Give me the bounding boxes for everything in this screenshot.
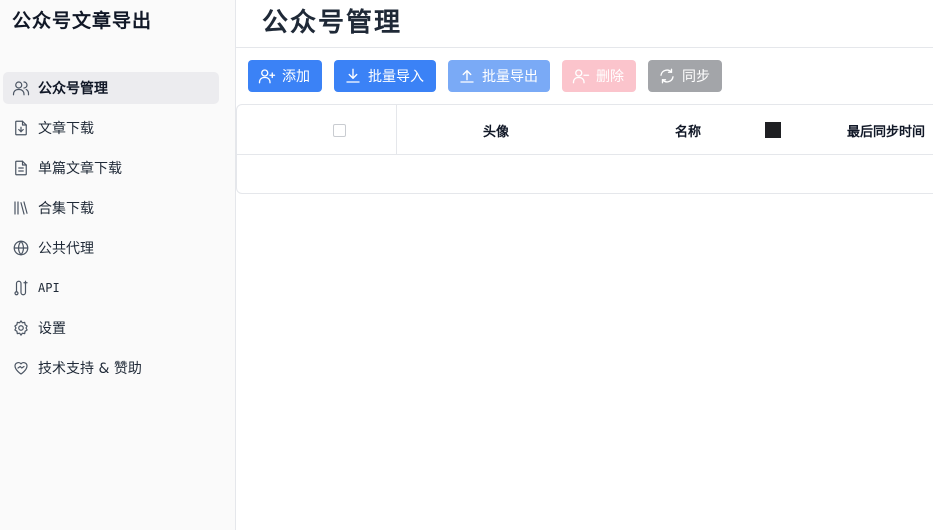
users-icon (11, 78, 31, 98)
add-button-label: 添加 (282, 68, 310, 84)
title-divider (236, 47, 933, 48)
delete-button[interactable]: 删除 (562, 60, 636, 92)
api-route-icon (11, 278, 31, 298)
sidebar-item-label: 设置 (38, 321, 66, 337)
sidebar-item-label: 公众号管理 (38, 81, 108, 97)
sidebar-item-support[interactable]: 技术支持 & 赞助 (3, 352, 219, 384)
main-content: 公众号管理 添加 批量导入 批量导出 删除 同步 头像 名称 最后同步时间 (236, 0, 933, 530)
user-minus-icon (572, 69, 590, 84)
refresh-icon (660, 68, 674, 84)
batch-import-button-label: 批量导入 (368, 68, 424, 84)
sidebar-item-account-management[interactable]: 公众号管理 (3, 72, 219, 104)
select-all-checkbox[interactable] (333, 123, 346, 137)
add-button[interactable]: 添加 (248, 60, 322, 92)
batch-import-button[interactable]: 批量导入 (334, 60, 436, 92)
sidebar-item-label: 单篇文章下载 (38, 161, 122, 177)
library-icon (11, 198, 31, 218)
sidebar-item-label: 公共代理 (38, 241, 94, 257)
file-text-icon (11, 158, 31, 178)
select-all-cell (237, 105, 397, 155)
user-plus-icon (258, 69, 276, 84)
sidebar-item-label: API (38, 281, 60, 295)
batch-export-button-label: 批量导出 (482, 68, 538, 84)
download-icon (346, 68, 360, 83)
sidebar: 公众号文章导出 公众号管理 文章下载 单篇文章下载 合集下载 公共代理 API … (0, 0, 236, 530)
sidebar-item-article-download[interactable]: 文章下载 (3, 112, 219, 144)
sidebar-item-collection-download[interactable]: 合集下载 (3, 192, 219, 224)
column-header-name[interactable]: 名称 (675, 105, 701, 155)
sync-button-label: 同步 (682, 68, 710, 84)
sidebar-nav: 公众号管理 文章下载 单篇文章下载 合集下载 公共代理 API 设置 技术支持 … (3, 72, 219, 392)
app-title: 公众号文章导出 (12, 10, 153, 32)
sidebar-item-label: 合集下载 (38, 201, 94, 217)
column-toggle-square[interactable] (765, 122, 781, 138)
sidebar-item-label: 文章下载 (38, 121, 94, 137)
upload-icon (460, 70, 474, 83)
page-title: 公众号管理 (262, 8, 403, 38)
sidebar-item-label: 技术支持 & 赞助 (38, 361, 142, 377)
sync-button[interactable]: 同步 (648, 60, 722, 92)
column-header-last-sync[interactable]: 最后同步时间 (847, 105, 925, 155)
gear-icon (11, 318, 31, 338)
table-header: 头像 名称 最后同步时间 (237, 105, 933, 155)
sidebar-item-public-proxy[interactable]: 公共代理 (3, 232, 219, 264)
sidebar-item-single-article-download[interactable]: 单篇文章下载 (3, 152, 219, 184)
toolbar: 添加 批量导入 批量导出 删除 同步 (248, 60, 734, 92)
column-header-avatar[interactable]: 头像 (483, 105, 509, 155)
accounts-table: 头像 名称 最后同步时间 (236, 104, 933, 194)
delete-button-label: 删除 (596, 68, 624, 84)
batch-export-button[interactable]: 批量导出 (448, 60, 550, 92)
globe-icon (11, 238, 31, 258)
sidebar-item-api[interactable]: API (3, 272, 219, 304)
file-download-icon (11, 118, 31, 138)
sidebar-item-settings[interactable]: 设置 (3, 312, 219, 344)
heart-handshake-icon (11, 358, 31, 378)
